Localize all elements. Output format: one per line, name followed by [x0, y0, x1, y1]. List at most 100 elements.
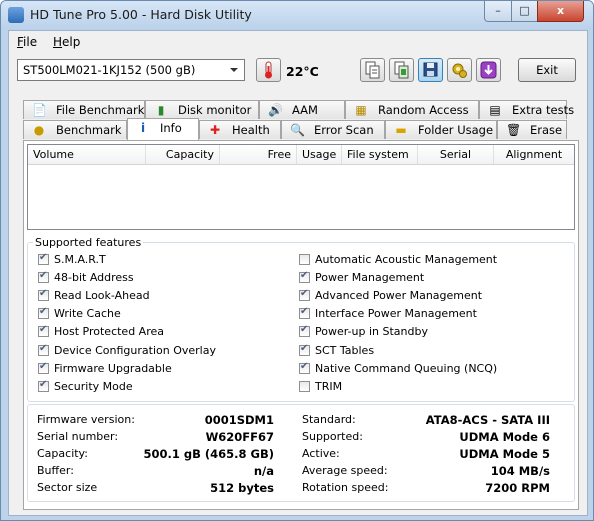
checkbox[interactable]: ✔ [38, 361, 49, 374]
save-icon [423, 62, 438, 77]
checkbox[interactable]: ✔ [38, 306, 49, 320]
info-value: 104 MB/s [490, 464, 550, 478]
checkmark-icon: ✔ [39, 306, 48, 318]
copy-text-button[interactable] [360, 58, 385, 82]
aam-speaker-icon: 🔊 [268, 103, 283, 117]
checkbox[interactable] [299, 380, 310, 392]
tab-erase[interactable]: 🗑 Erase [497, 120, 567, 139]
table-header: Volume Capacity Free Usage File system S… [28, 145, 574, 165]
checkbox[interactable]: ✔ [299, 306, 310, 320]
info-value: 500.1 gB (465.8 GB) [143, 447, 274, 461]
column-header-volume[interactable]: Volume [28, 145, 146, 164]
disk-monitor-icon: ▮ [157, 103, 165, 117]
maximize-button[interactable]: □ [511, 1, 538, 22]
column-header-capacity[interactable]: Capacity [146, 145, 220, 164]
checkbox[interactable]: ✔ [299, 360, 310, 374]
random-access-icon: ▦ [355, 103, 367, 117]
info-icon: i [140, 121, 146, 135]
partition-table[interactable]: Volume Capacity Free Usage File system S… [27, 144, 575, 230]
tab-row-upper: 📄 File Benchmark ▮ Disk monitor 🔊 AAM ▦ Rand… [9, 100, 587, 120]
checkmark-icon: ✔ [300, 324, 309, 336]
tab-aam[interactable]: 🔊 AAM [259, 100, 345, 119]
feature-label: SCT Tables [315, 343, 375, 357]
tab-benchmark[interactable]: ● Benchmark [23, 120, 127, 139]
checkbox[interactable]: ✔ [38, 378, 49, 392]
info-label: Supported: [302, 430, 363, 443]
info-label: Capacity: [37, 447, 88, 460]
tab-random-access[interactable]: ▦ Random Access [345, 100, 479, 119]
chevron-down-icon [230, 68, 238, 72]
info-label: Average speed: [302, 464, 388, 477]
info-label: Standard: [302, 413, 356, 426]
checkmark-icon: ✔ [39, 378, 48, 390]
title-bar[interactable]: HD Tune Pro 5.00 - Hard Disk Utility – □… [1, 1, 593, 30]
column-header-serial[interactable]: Serial [418, 145, 494, 164]
info-label: Rotation speed: [302, 481, 389, 494]
checkmark-icon: ✔ [39, 342, 48, 354]
download-button[interactable] [476, 58, 501, 82]
checkbox[interactable]: ✔ [299, 270, 310, 284]
checkbox[interactable]: ✔ [38, 252, 49, 265]
feature-label: Native Command Queuing (NCQ) [315, 361, 498, 375]
tab-file-benchmark[interactable]: 📄 File Benchmark [23, 100, 145, 119]
checkbox[interactable]: ✔ [38, 270, 49, 284]
health-cross-icon: ✚ [209, 123, 221, 137]
checkbox[interactable]: ✔ [38, 288, 49, 302]
info-label: Sector size [37, 481, 98, 494]
feature-label: Advanced Power Management [315, 289, 483, 303]
close-button[interactable]: x [537, 1, 584, 22]
file-benchmark-icon: 📄 [32, 103, 47, 117]
checkbox[interactable]: ✔ [299, 343, 310, 356]
checkmark-icon: ✔ [39, 252, 48, 263]
menu-bar: File Help [9, 31, 587, 53]
checkbox[interactable]: ✔ [299, 288, 310, 302]
copy-text-icon [365, 61, 380, 79]
app-window: HD Tune Pro 5.00 - Hard Disk Utility – □… [0, 0, 594, 521]
feature-label: Power-up in Standby [315, 325, 428, 339]
info-label: Active: [302, 447, 340, 460]
checkmark-icon: ✔ [39, 270, 48, 282]
erase-bin-icon: 🗑 [506, 123, 522, 137]
tab-disk-monitor[interactable]: ▮ Disk monitor [145, 100, 259, 119]
checkbox[interactable] [299, 254, 310, 265]
info-value: UDMA Mode 5 [459, 447, 550, 461]
minimize-button[interactable]: – [484, 1, 512, 22]
temperature-readout: 22°C [286, 64, 319, 79]
checkbox[interactable]: ✔ [299, 324, 310, 338]
menu-help[interactable]: Help [53, 35, 80, 49]
info-value: W620FF67 [205, 430, 274, 444]
column-header-alignment[interactable]: Alignment [494, 145, 574, 164]
feature-label: Automatic Acoustic Management [315, 253, 498, 266]
tab-error-scan[interactable]: 🔍 Error Scan [281, 120, 385, 139]
copy-screen-icon [394, 61, 409, 79]
column-header-usage[interactable]: Usage [297, 145, 342, 164]
info-panel: Volume Capacity Free Usage File system S… [23, 140, 579, 510]
column-header-free[interactable]: Free [220, 145, 297, 164]
checkbox[interactable]: ✔ [38, 324, 49, 338]
thermometer-icon [265, 61, 272, 79]
column-header-file-system[interactable]: File system [342, 145, 418, 164]
tab-extra-tests[interactable]: ▤ Extra tests [479, 100, 574, 119]
checkmark-icon: ✔ [300, 360, 309, 372]
client-area: File Help ST500LM021-1KJ152 (500 gB) 22°… [8, 30, 588, 516]
copy-screen-button[interactable] [389, 58, 414, 82]
exit-button[interactable]: Exit [518, 58, 576, 82]
save-button[interactable] [418, 58, 443, 82]
tab-info[interactable]: i Info [127, 118, 199, 140]
error-scan-magnifier-icon: 🔍 [290, 123, 305, 137]
options-button[interactable] [447, 58, 472, 82]
menu-file[interactable]: File [17, 35, 37, 49]
checkbox[interactable]: ✔ [38, 342, 49, 356]
info-label: Firmware version: [37, 413, 135, 426]
tab-row-lower: ● Benchmark i Info ✚ Health 🔍 Error Scan ▬ Fo… [9, 118, 587, 140]
drive-select[interactable]: ST500LM021-1KJ152 (500 gB) [17, 59, 245, 81]
checkmark-icon: ✔ [300, 270, 309, 282]
tab-folder-usage[interactable]: ▬ Folder Usage [385, 120, 497, 139]
feature-label: Device Configuration Overlay [54, 343, 216, 357]
drive-select-value: ST500LM021-1KJ152 (500 gB) [23, 63, 196, 77]
feature-label: Write Cache [54, 307, 121, 321]
info-value: 0001SDM1 [204, 413, 274, 427]
tab-health[interactable]: ✚ Health [199, 120, 281, 139]
temperature-button[interactable] [256, 58, 281, 82]
checkmark-icon: ✔ [39, 288, 48, 300]
